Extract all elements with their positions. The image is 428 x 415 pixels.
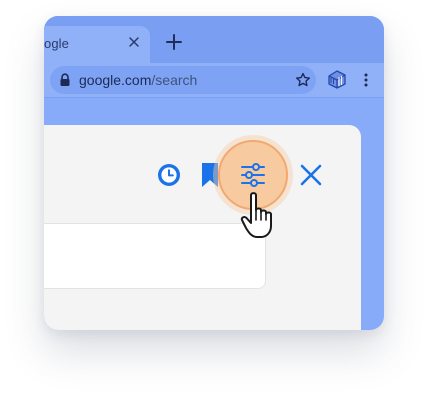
tab-title: ogle [44, 36, 69, 51]
star-icon[interactable] [295, 72, 311, 88]
new-tab-icon[interactable] [164, 32, 184, 52]
search-input[interactable] [44, 223, 266, 289]
tab-close-icon[interactable] [128, 36, 140, 48]
close-icon[interactable] [299, 163, 323, 187]
tab-strip: ogle [44, 16, 384, 63]
url-path: /search [151, 72, 198, 88]
history-icon[interactable] [156, 162, 182, 188]
side-panel [44, 125, 361, 330]
url-host: google.com [79, 72, 152, 88]
browser-window: ogle google.com/search [44, 16, 384, 330]
sliders-icon [241, 163, 265, 187]
address-bar[interactable]: google.com/search [50, 66, 316, 94]
toolbar-divider [44, 97, 384, 98]
url-text: google.com/search [79, 72, 197, 88]
hand-pointer-icon [240, 192, 272, 238]
browser-toolbar: google.com/search [44, 63, 384, 97]
bookmark-icon[interactable] [202, 163, 218, 187]
browser-tab[interactable]: ogle [44, 26, 150, 63]
extension-icon[interactable] [326, 68, 348, 90]
lock-icon [60, 73, 70, 86]
more-menu-icon[interactable] [362, 72, 370, 88]
